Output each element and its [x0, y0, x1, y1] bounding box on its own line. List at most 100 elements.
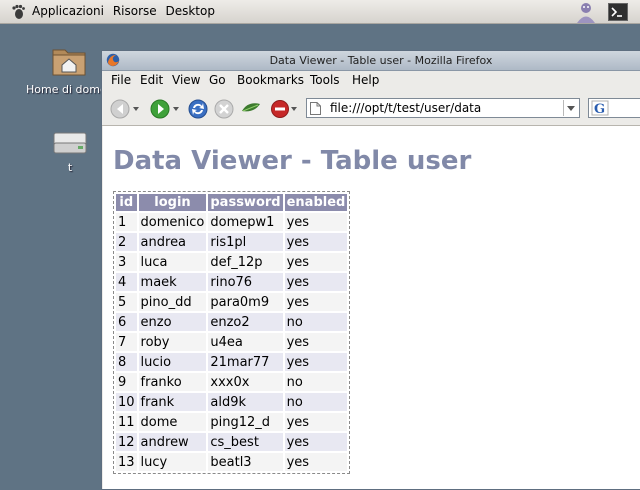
desktop-icon-home[interactable]: Home di domenico	[26, 42, 130, 96]
google-search-icon[interactable]: G	[591, 99, 609, 117]
cell-login: luca	[138, 253, 207, 271]
menu-bar: File Edit View Go Bookmarks Tools Help	[102, 71, 640, 91]
cell-password: rino76	[208, 273, 283, 291]
stop-button[interactable]	[214, 99, 234, 119]
cell-login: lucy	[138, 453, 207, 471]
menu-risorse[interactable]: Risorse	[113, 4, 157, 18]
cell-password: def_12p	[208, 253, 283, 271]
cell-login: pino_dd	[138, 293, 207, 311]
menu-help[interactable]: Help	[352, 73, 379, 87]
gnome-foot-icon[interactable]	[10, 4, 26, 20]
user-icon[interactable]	[574, 1, 598, 23]
menu-bookmarks[interactable]: Bookmarks	[237, 73, 304, 87]
adblock-dropdown[interactable]	[291, 106, 297, 112]
cell-id: 1	[116, 213, 137, 231]
window-title: Data Viewer - Table user - Mozilla Firef…	[269, 54, 493, 67]
cell-enabled: yes	[284, 433, 348, 451]
cell-enabled: yes	[284, 233, 348, 251]
forward-button[interactable]	[150, 99, 172, 119]
table-row: 6 enzo enzo2 no	[116, 313, 348, 331]
cell-id: 10	[116, 393, 137, 411]
cell-password: para0m9	[208, 293, 283, 311]
menu-go[interactable]: Go	[209, 73, 226, 87]
menu-edit[interactable]: Edit	[140, 73, 163, 87]
firefox-window: Data Viewer - Table user - Mozilla Firef…	[101, 50, 640, 490]
cell-password: ping12_d	[208, 413, 283, 431]
cell-id: 6	[116, 313, 137, 331]
cell-enabled: yes	[284, 273, 348, 291]
table-row: 10 frank ald9k no	[116, 393, 348, 411]
search-box[interactable]: G	[588, 98, 640, 118]
window-titlebar[interactable]: Data Viewer - Table user - Mozilla Firef…	[102, 51, 640, 71]
cell-password: 21mar77	[208, 353, 283, 371]
cell-id: 7	[116, 333, 137, 351]
url-text[interactable]: file:///opt/t/test/user/data	[330, 101, 481, 115]
cell-login: andrea	[138, 233, 207, 251]
cell-enabled: yes	[284, 213, 348, 231]
cell-id: 11	[116, 413, 137, 431]
back-history-dropdown[interactable]	[133, 106, 139, 112]
table-row: 2 andrea ris1pl yes	[116, 233, 348, 251]
menu-tools[interactable]: Tools	[310, 73, 340, 87]
column-header-password: password	[208, 194, 283, 211]
cell-enabled: no	[284, 393, 348, 411]
column-header-login: login	[138, 194, 207, 211]
cell-login: dome	[138, 413, 207, 431]
adblock-icon[interactable]	[270, 99, 290, 119]
page-content: Data Viewer - Table user id login passwo…	[103, 126, 640, 489]
table-row: 4 maek rino76 yes	[116, 273, 348, 291]
cell-password: xxx0x	[208, 373, 283, 391]
cell-enabled: yes	[284, 293, 348, 311]
table-row: 3 luca def_12p yes	[116, 253, 348, 271]
cell-id: 4	[116, 273, 137, 291]
cell-login: maek	[138, 273, 207, 291]
top-panel: Applicazioni Risorse Desktop	[0, 0, 640, 24]
cell-login: enzo	[138, 313, 207, 331]
cell-login: andrew	[138, 433, 207, 451]
table-row: 5 pino_dd para0m9 yes	[116, 293, 348, 311]
table-row: 1 domenico domepw1 yes	[116, 213, 348, 231]
desktop-icon-drive-label: t	[67, 161, 73, 174]
cell-password: cs_best	[208, 433, 283, 451]
table-row: 7 roby u4ea yes	[116, 333, 348, 351]
url-dropdown-icon[interactable]	[563, 100, 578, 116]
forward-history-dropdown[interactable]	[173, 106, 179, 112]
cell-password: u4ea	[208, 333, 283, 351]
cell-id: 8	[116, 353, 137, 371]
terminal-icon[interactable]	[608, 3, 628, 21]
cell-enabled: yes	[284, 333, 348, 351]
table-row: 9 franko xxx0x no	[116, 373, 348, 391]
menu-file[interactable]: File	[111, 73, 131, 87]
cell-login: franko	[138, 373, 207, 391]
cell-id: 12	[116, 433, 137, 451]
cell-id: 13	[116, 453, 137, 471]
navigation-toolbar: file:///opt/t/test/user/data G	[102, 91, 640, 126]
page-icon	[310, 102, 321, 115]
table-row: 11 dome ping12_d yes	[116, 413, 348, 431]
table-row: 8 lucio 21mar77 yes	[116, 353, 348, 371]
menu-desktop[interactable]: Desktop	[165, 4, 215, 18]
cell-enabled: yes	[284, 453, 348, 471]
cell-id: 9	[116, 373, 137, 391]
back-button[interactable]	[110, 99, 132, 119]
cell-enabled: yes	[284, 253, 348, 271]
desktop-icon-home-label: Home di domenico	[26, 83, 130, 96]
user-table: id login password enabled 1 domenico domep…	[113, 191, 351, 474]
cell-password: beatl3	[208, 453, 283, 471]
home-button[interactable]	[240, 99, 262, 119]
cell-enabled: no	[284, 373, 348, 391]
url-bar[interactable]: file:///opt/t/test/user/data	[306, 98, 580, 118]
cell-enabled: yes	[284, 353, 348, 371]
cell-enabled: no	[284, 313, 348, 331]
reload-button[interactable]	[188, 99, 208, 119]
cell-id: 2	[116, 233, 137, 251]
drive-icon	[53, 132, 87, 154]
cell-login: roby	[138, 333, 207, 351]
menu-view[interactable]: View	[172, 73, 200, 87]
menu-applicazioni[interactable]: Applicazioni	[32, 4, 104, 18]
column-header-enabled: enabled	[284, 194, 348, 211]
cell-login: frank	[138, 393, 207, 411]
cell-login: domenico	[138, 213, 207, 231]
cell-password: domepw1	[208, 213, 283, 231]
desktop-icon-drive[interactable]: t	[52, 130, 88, 174]
